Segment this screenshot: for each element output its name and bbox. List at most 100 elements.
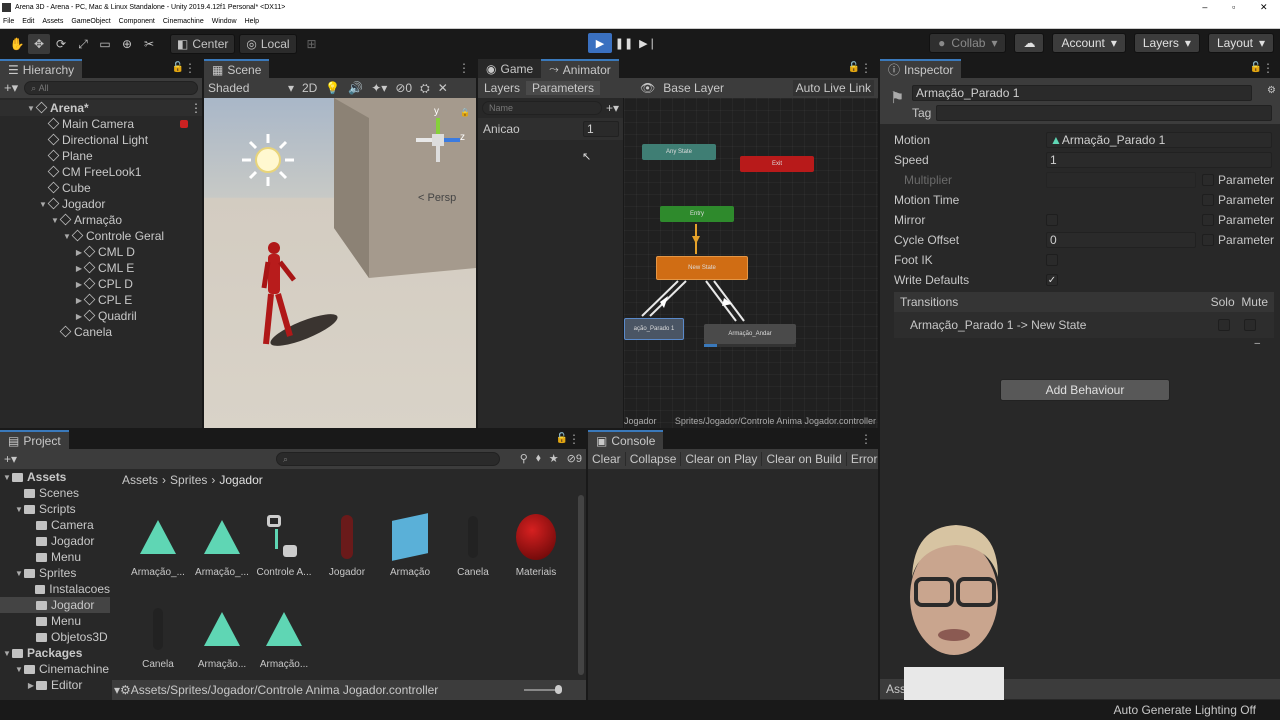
mute-checkbox[interactable] [1244,319,1256,331]
add-behaviour-button[interactable]: Add Behaviour [1000,379,1170,401]
project-folder-item[interactable]: ▼ Packages [0,645,110,661]
hidden-objects-icon[interactable]: ⊘0 [395,81,412,95]
solo-checkbox[interactable] [1218,319,1230,331]
scale-tool-icon[interactable]: ⤢ [72,34,94,54]
expand-icon[interactable]: ▼ [2,473,12,482]
project-folder-item[interactable]: Jogador [0,597,110,613]
project-folder-item[interactable]: Objetos3D [0,629,110,645]
expand-icon[interactable]: ▼ [14,665,24,674]
console-collapse-button[interactable]: Collapse [626,452,682,466]
hand-tool-icon[interactable]: ✋ [6,34,28,54]
hierarchy-item[interactable]: Plane [0,148,202,164]
motion-time-param-checkbox[interactable] [1202,194,1214,206]
menu-item-gameobject[interactable]: GameObject [71,18,110,25]
node-entry[interactable]: Entry [660,206,734,222]
project-folder-item[interactable]: Instalacoes [0,581,110,597]
orientation-gizmo[interactable]: y z 🔒 [416,106,472,176]
shading-dropdown[interactable]: Shaded ▾ [208,81,294,95]
motion-field[interactable]: ▲ Armação_Parado 1 [1046,132,1272,148]
hierarchy-item[interactable]: ▼ Controle Geral [0,228,202,244]
tab-animator[interactable]: ⤳ Animator [541,59,619,78]
project-folder-item[interactable]: ▼ Cinemachine [0,661,110,677]
expand-down-icon[interactable]: ▼ [26,104,36,113]
write-defaults-checkbox[interactable]: ✓ [1046,274,1058,286]
hierarchy-item[interactable]: Main Camera [0,116,202,132]
base-layer-breadcrumb[interactable]: Base Layer [663,81,724,95]
project-folder-item[interactable]: ▶ Editor [0,677,110,693]
menu-item-assets[interactable]: Assets [42,18,63,25]
hierarchy-item[interactable]: ▶ Quadril [0,308,202,324]
hierarchy-item[interactable]: Cube [0,180,202,196]
state-machine-graph[interactable]: Any State Exit Entry New State ação_Para… [582,98,878,428]
project-folder-item[interactable]: Menu [0,613,110,629]
add-object-button[interactable]: +▾ [4,80,18,96]
node-exit[interactable]: Exit [740,156,814,172]
project-scrollbar[interactable] [578,495,584,675]
hierarchy-item[interactable]: ▶ CPL E [0,292,202,308]
asset-item[interactable]: Canela [128,599,188,670]
project-search-input[interactable]: ⌕ [276,452,500,466]
remove-transition-button[interactable]: – [894,338,1274,349]
grid-snap-icon[interactable]: ⊞ [301,34,323,54]
filter-label-icon[interactable]: ⬧ [536,452,541,465]
node-new-state[interactable]: New State [656,256,748,280]
hierarchy-item[interactable]: ▶ CPL D [0,276,202,292]
breadcrumb-item[interactable]: Assets [122,473,158,487]
hierarchy-item[interactable]: ▶ CML D [0,244,202,260]
gizmos-icon[interactable]: ⛭ [420,81,430,96]
transform-tool-icon[interactable]: ⊕ [116,34,138,54]
asset-item[interactable]: Armação [380,507,440,578]
hierarchy-item[interactable]: ▼ Armação [0,212,202,228]
node-any-state[interactable]: Any State [642,144,716,160]
lock-icon[interactable]: 🔓 [1250,62,1262,73]
audio-toggle-icon[interactable]: 🔊 [348,81,363,95]
parameter-value-input[interactable]: 1 [583,121,619,137]
project-folder-item[interactable]: Jogador [0,533,110,549]
node-armacao-parado[interactable]: ação_Parado 1 [624,318,684,340]
rect-tool-icon[interactable]: ▭ [94,34,116,54]
menu-item-window[interactable]: Window [212,18,237,25]
console-error-pause-button[interactable]: Error Pause [847,452,878,466]
panel-menu-icon[interactable]: ⋮ [458,61,470,75]
panel-menu-icon[interactable]: ⋮ [568,432,580,446]
project-folder-item[interactable]: ▼ Scripts [0,501,110,517]
minimize-icon[interactable]: – [1202,2,1207,13]
mirror-checkbox[interactable] [1046,214,1058,226]
parameter-search-input[interactable]: Name [482,101,602,115]
tab-scene[interactable]: ▦ Scene [204,59,270,78]
foot-ik-checkbox[interactable] [1046,254,1058,266]
hierarchy-item[interactable]: ▼ Jogador [0,196,202,212]
effects-toggle-icon[interactable]: ✦▾ [371,81,387,95]
pivot-local-button[interactable]: ◎ Local [239,34,297,54]
tab-hierarchy[interactable]: ☰ Hierarchy [0,59,83,78]
rotate-tool-icon[interactable]: ⟳ [50,34,72,54]
expand-icon[interactable]: ▼ [14,569,24,578]
hierarchy-item[interactable]: ▼ Arena* ⋮ [0,100,202,116]
layout-dropdown[interactable]: Layout ▾ [1207,33,1274,53]
pause-button[interactable]: ❚❚ [612,33,636,53]
hierarchy-item[interactable]: ▶ CML E [0,260,202,276]
tag-input[interactable] [936,105,1272,121]
menu-item-help[interactable]: Help [245,18,259,25]
expand-icon[interactable]: ▶ [26,681,36,690]
console-clear-button[interactable]: Clear [588,452,626,466]
create-asset-button[interactable]: +▾ [4,452,17,466]
tab-game[interactable]: ◉ Game [478,59,542,78]
expand-down-icon[interactable]: ▼ [50,216,60,225]
scene-close-icon[interactable]: ✕ [438,81,448,95]
project-folder-item[interactable]: ▼ Assets [0,469,110,485]
lock-icon[interactable]: 🔓 [172,62,184,73]
console-clear-on-build-button[interactable]: Clear on Build [762,452,847,466]
hidden-count-icon[interactable]: ⊘9 [567,452,582,465]
hierarchy-item[interactable]: Canela [0,324,202,340]
zoom-slider-knob[interactable] [555,685,562,694]
move-tool-icon[interactable]: ✥ [28,34,50,54]
expand-down-icon[interactable]: ▼ [38,200,48,209]
project-folder-item[interactable]: ▼ Sprites [0,565,110,581]
project-folder-item[interactable]: Menu [0,549,110,565]
filter-type-icon[interactable]: ⚲ [520,452,528,465]
expand-right-icon[interactable]: ▶ [74,248,84,257]
asset-item[interactable]: Armação_... [192,507,252,578]
panel-menu-icon[interactable]: ⋮ [860,61,872,75]
cloud-button[interactable]: ☁ [1014,33,1045,53]
